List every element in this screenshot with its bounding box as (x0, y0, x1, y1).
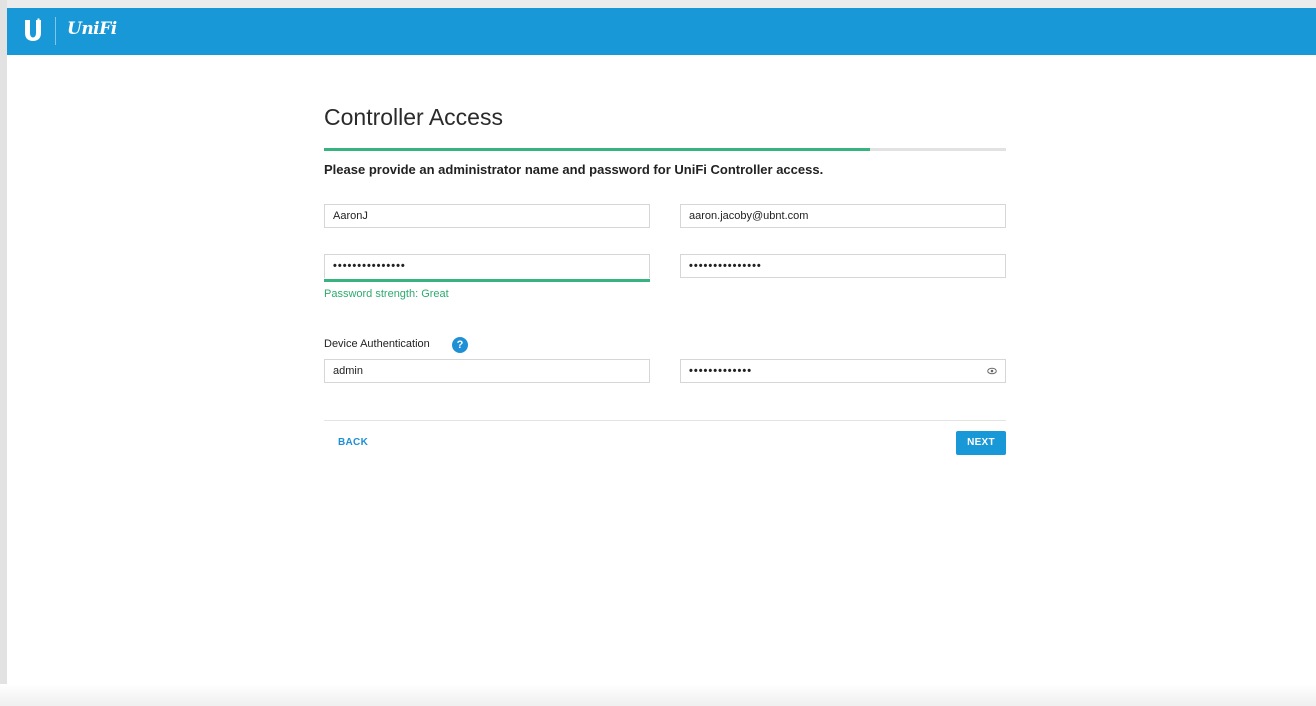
logo-divider (55, 17, 56, 45)
app-window: UniFi Controller Access Please provide a… (0, 0, 1316, 706)
admin-password-input[interactable]: ••••••••••••••• (324, 254, 650, 278)
form-divider (324, 420, 1006, 421)
password-strength-bar (324, 279, 650, 282)
window-top-edge (0, 0, 1316, 8)
header-bar: UniFi (7, 8, 1316, 55)
device-password-value: ••••••••••••• (689, 365, 753, 377)
next-button[interactable]: NEXT (956, 431, 1006, 455)
back-button[interactable]: BACK (338, 437, 368, 448)
window-bottom-edge (0, 684, 1316, 706)
device-auth-label: Device Authentication (324, 338, 430, 350)
page-title: Controller Access (324, 104, 503, 130)
password-strength-text: Password strength: Great (324, 288, 449, 300)
ubiquiti-logo-icon (25, 18, 41, 41)
window-left-edge (0, 0, 7, 706)
admin-name-input[interactable]: AaronJ (324, 204, 650, 228)
wizard-progress-bar (324, 148, 1006, 151)
help-icon[interactable]: ? (452, 337, 468, 353)
show-password-eye-icon[interactable] (987, 366, 997, 376)
wizard-progress-fill (324, 148, 870, 151)
device-password-input[interactable]: ••••••••••••• (680, 359, 1006, 383)
page-subtitle: Please provide an administrator name and… (324, 162, 824, 177)
admin-email-input[interactable]: aaron.jacoby@ubnt.com (680, 204, 1006, 228)
device-username-input[interactable]: admin (324, 359, 650, 383)
unifi-logo-text: UniFi (67, 19, 117, 39)
confirm-password-input[interactable]: ••••••••••••••• (680, 254, 1006, 278)
